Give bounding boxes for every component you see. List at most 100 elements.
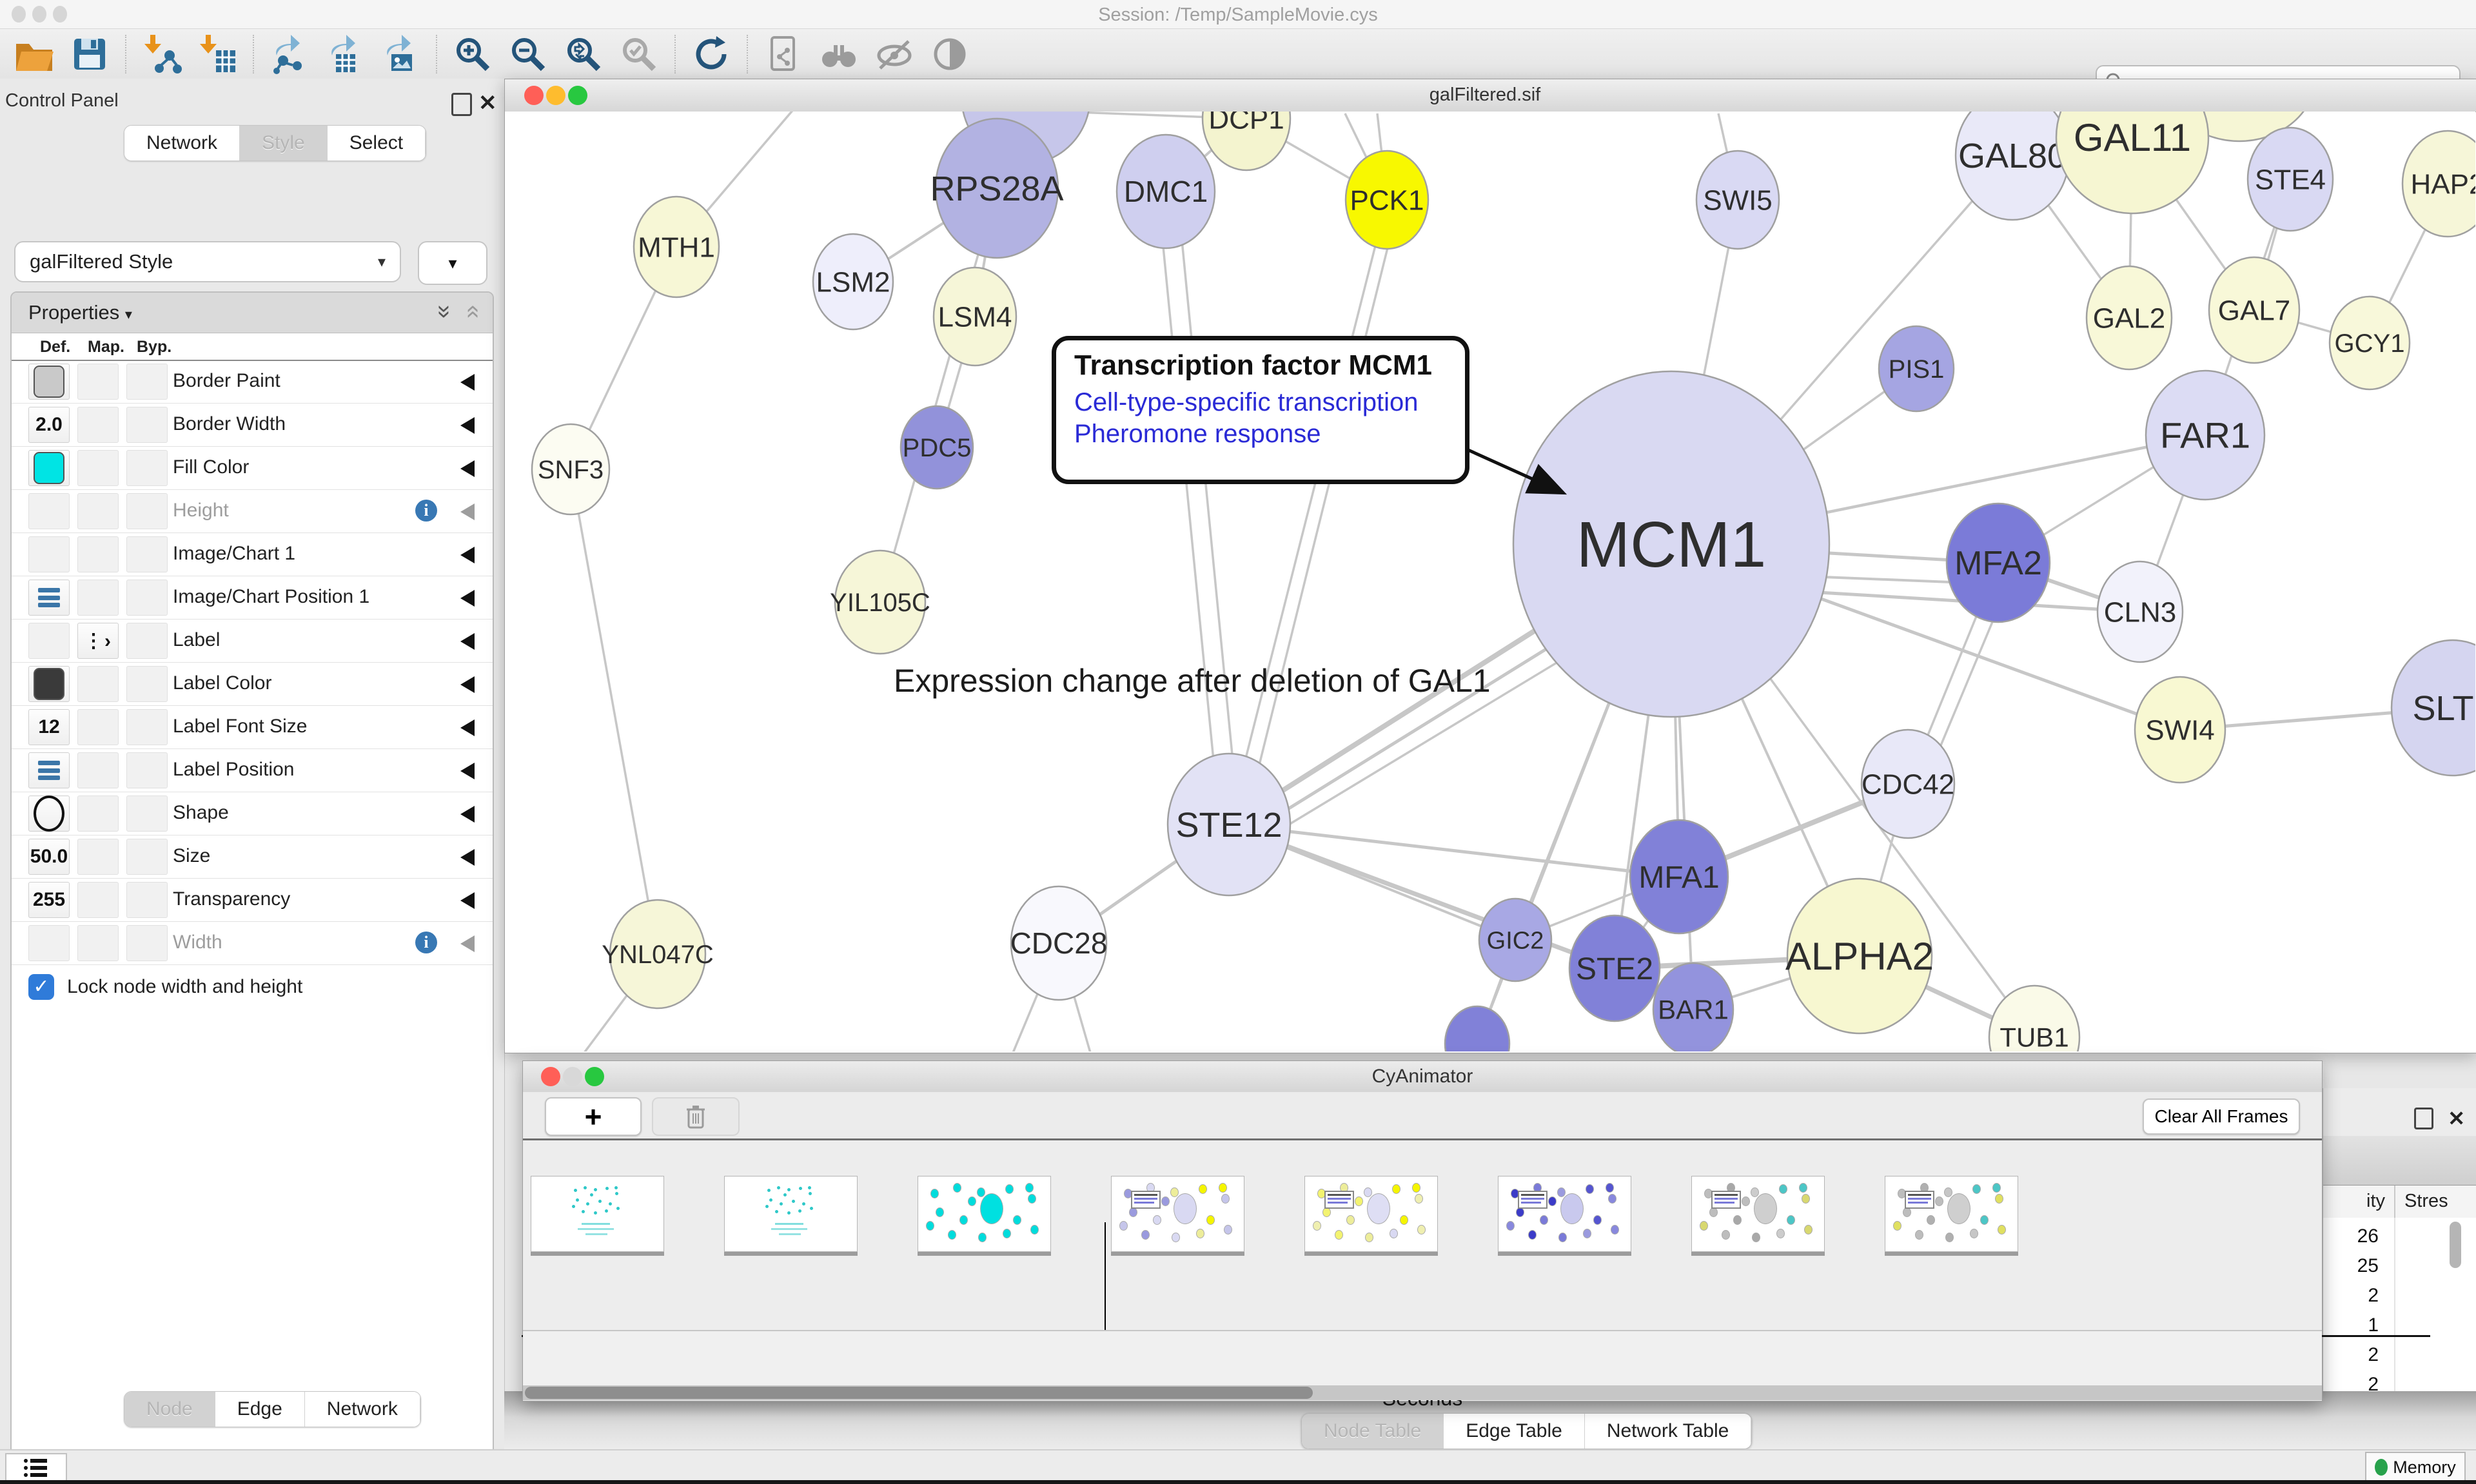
open-session-icon[interactable]: [13, 33, 55, 75]
close-traffic-light[interactable]: [524, 86, 544, 105]
table-scrollbar[interactable]: [2450, 1222, 2461, 1268]
style-combobox[interactable]: galFiltered Style ▾: [14, 241, 401, 282]
search-binoculars-icon[interactable]: [818, 33, 860, 75]
table-cell[interactable]: 25: [2323, 1255, 2379, 1277]
import-table-icon[interactable]: [196, 33, 239, 75]
close-panel-icon[interactable]: ✕: [478, 90, 497, 116]
expand-row-icon[interactable]: [460, 547, 475, 563]
refresh-view-icon[interactable]: [690, 33, 732, 75]
property-row-width[interactable]: Widthi: [12, 921, 493, 965]
table-cell[interactable]: 26: [2323, 1225, 2379, 1247]
column-header-stress[interactable]: Stres: [2404, 1191, 2448, 1212]
table-cell[interactable]: 2: [2323, 1285, 2379, 1307]
table-cell[interactable]: 1: [2323, 1314, 2379, 1336]
tab-network[interactable]: Network: [124, 126, 240, 161]
show-log-button[interactable]: [5, 1453, 67, 1483]
expand-row-icon[interactable]: [460, 374, 475, 391]
property-row-fill-color[interactable]: Fill Color: [12, 446, 493, 490]
table-tab-edge-table[interactable]: Edge Table: [1444, 1414, 1585, 1449]
collapse-all-icon[interactable]: »: [458, 305, 486, 318]
column-header-ity[interactable]: ity: [2323, 1191, 2385, 1212]
network-window-titlebar[interactable]: galFiltered.sif: [505, 79, 2476, 112]
property-row-height[interactable]: Heighti: [12, 489, 493, 533]
tab-select[interactable]: Select: [328, 126, 426, 161]
property-row-shape[interactable]: Shape: [12, 792, 493, 835]
save-session-icon[interactable]: [68, 33, 111, 75]
minimize-traffic-light[interactable]: [563, 1067, 582, 1086]
frame-thumbnail-2[interactable]: [918, 1176, 1051, 1252]
property-row-label[interactable]: ⋮›Label: [12, 619, 493, 663]
property-row-border-width[interactable]: 2.0Border Width: [12, 403, 493, 447]
frame-thumbnail-5[interactable]: [1498, 1176, 1631, 1252]
property-row-label-color[interactable]: Label Color: [12, 662, 493, 706]
frame-thumbnail-6[interactable]: [1691, 1176, 1825, 1252]
edge[interactable]: [1158, 194, 1219, 819]
clear-all-frames-button[interactable]: Clear All Frames: [2143, 1098, 2300, 1135]
lock-size-checkbox[interactable]: ✓: [28, 974, 54, 1000]
panel-tab-network[interactable]: Network: [305, 1392, 420, 1427]
expand-row-icon[interactable]: [460, 460, 475, 477]
expand-row-icon[interactable]: [460, 417, 475, 434]
expand-row-icon[interactable]: [460, 806, 475, 823]
info-icon[interactable]: i: [415, 932, 437, 953]
export-image-icon[interactable]: [379, 33, 422, 75]
expand-row-icon[interactable]: [460, 676, 475, 693]
close-traffic-light[interactable]: [541, 1067, 560, 1086]
table-cell[interactable]: 2: [2323, 1344, 2379, 1366]
network-from-document-icon[interactable]: [762, 33, 805, 75]
edge[interactable]: [1177, 194, 1239, 821]
property-row-transparency[interactable]: 255Transparency: [12, 878, 493, 922]
hide-details-icon[interactable]: [873, 33, 916, 75]
expand-row-icon[interactable]: [460, 892, 475, 909]
node-unlabeled[interactable]: [1445, 1006, 1509, 1051]
timeline-playhead[interactable]: [1105, 1222, 1106, 1337]
export-network-icon[interactable]: [268, 33, 311, 75]
float-table-panel-icon[interactable]: [2414, 1108, 2433, 1129]
edge[interactable]: [571, 469, 658, 954]
import-network-icon[interactable]: [141, 33, 183, 75]
property-row-label-font-size[interactable]: 12Label Font Size: [12, 705, 493, 749]
style-options-button[interactable]: ▾: [418, 241, 487, 285]
edge[interactable]: [1229, 200, 1387, 825]
expand-row-icon[interactable]: [460, 719, 475, 736]
frame-thumbnail-4[interactable]: [1304, 1176, 1438, 1252]
delete-frame-button[interactable]: [652, 1097, 740, 1136]
annotation-link[interactable]: Pheromone response: [1074, 420, 1461, 449]
frame-thumbnail-3[interactable]: [1111, 1176, 1244, 1252]
show-details-icon[interactable]: [928, 33, 971, 75]
tab-style[interactable]: Style: [240, 126, 328, 161]
property-row-image-chart-1[interactable]: Image/Chart 1: [12, 532, 493, 576]
expand-row-icon[interactable]: [460, 935, 475, 952]
add-frame-button[interactable]: +: [545, 1097, 642, 1136]
cyanimator-titlebar[interactable]: CyAnimator: [523, 1061, 2322, 1093]
expand-row-icon[interactable]: [460, 633, 475, 650]
zoom-fit-icon[interactable]: [562, 33, 605, 75]
zoom-traffic-light[interactable]: [585, 1067, 604, 1086]
network-canvas[interactable]: RPS28BRPS28ADMC1DCP1MTH1LSM2LSM4SNF3PDC5…: [505, 112, 2475, 1051]
info-icon[interactable]: i: [415, 500, 437, 522]
expand-row-icon[interactable]: [460, 503, 475, 520]
expand-all-icon[interactable]: »: [431, 305, 458, 318]
cyanimator-scrollbar[interactable]: [523, 1385, 2322, 1400]
zoom-out-icon[interactable]: [507, 33, 549, 75]
annotation-link[interactable]: Cell-type-specific transcription: [1074, 388, 1461, 417]
frame-thumbnail-7[interactable]: [1885, 1176, 2018, 1252]
property-row-size[interactable]: 50.0Size: [12, 835, 493, 879]
table-tab-network-table[interactable]: Network Table: [1585, 1414, 1752, 1449]
minimize-traffic-light[interactable]: [546, 86, 565, 105]
expand-row-icon[interactable]: [460, 849, 475, 866]
zoom-in-icon[interactable]: [451, 33, 494, 75]
table-tab-node-table[interactable]: Node Table: [1302, 1414, 1444, 1449]
float-panel-icon[interactable]: [451, 93, 472, 116]
panel-tab-node[interactable]: Node: [124, 1392, 215, 1427]
expand-row-icon[interactable]: [460, 763, 475, 779]
zoom-selected-icon[interactable]: [618, 33, 660, 75]
expand-row-icon[interactable]: [460, 590, 475, 607]
property-row-border-paint[interactable]: Border Paint: [12, 360, 493, 404]
memory-button[interactable]: Memory: [2365, 1452, 2466, 1483]
zoom-traffic-light[interactable]: [568, 86, 587, 105]
frame-thumbnail-0[interactable]: [531, 1176, 664, 1252]
annotation-box[interactable]: Transcription factor MCM1 Cell-type-spec…: [1052, 336, 1469, 484]
property-row-image-chart-position-1[interactable]: Image/Chart Position 1: [12, 576, 493, 620]
property-row-label-position[interactable]: Label Position: [12, 748, 493, 792]
